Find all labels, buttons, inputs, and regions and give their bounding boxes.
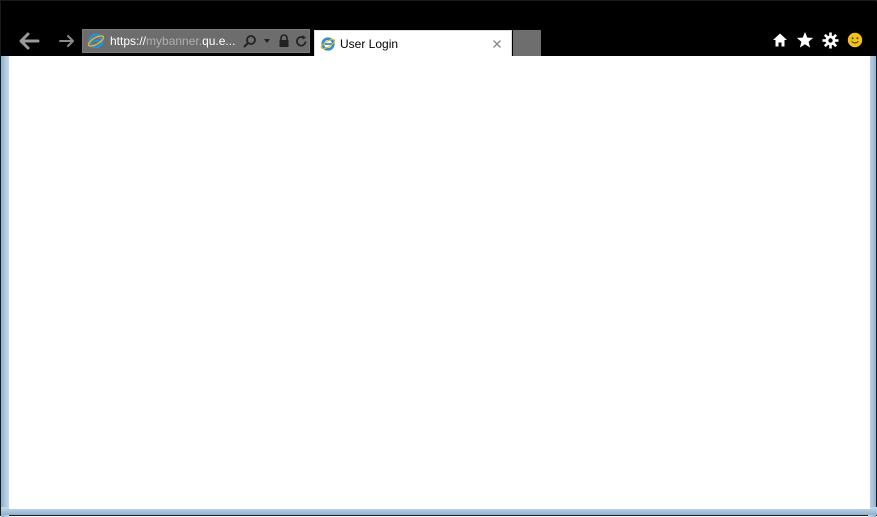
- refresh-icon: [295, 35, 306, 47]
- ie-logo-icon: [320, 36, 336, 51]
- browser-toolbar: https://mybanner.qu.e... User Login: [2, 2, 877, 56]
- lock-icon: [279, 34, 289, 47]
- url-host-dim: mybanner.: [146, 34, 203, 48]
- smiley-icon: [847, 32, 863, 48]
- search-button[interactable]: [242, 32, 258, 50]
- ie-logo-icon: [87, 33, 105, 49]
- feedback-button[interactable]: [845, 30, 865, 50]
- back-arrow-icon: [19, 32, 40, 50]
- tab-user-login[interactable]: User Login: [314, 30, 512, 56]
- forward-button[interactable]: [52, 26, 82, 56]
- tab-title: User Login: [340, 36, 399, 51]
- chevron-down-icon: [264, 39, 270, 43]
- home-icon: [773, 33, 787, 47]
- browser-window: https://mybanner.qu.e... User Login: [0, 0, 877, 517]
- security-lock-button[interactable]: [276, 32, 292, 50]
- address-dropdown-button[interactable]: [259, 32, 275, 50]
- home-button[interactable]: [770, 30, 790, 50]
- tab-close-button[interactable]: [490, 37, 504, 51]
- url-host: qu.e...: [202, 34, 236, 48]
- close-icon: [493, 39, 501, 48]
- url-text[interactable]: https://mybanner.qu.e...: [110, 34, 237, 48]
- search-icon: [243, 35, 256, 48]
- back-button[interactable]: [14, 26, 44, 56]
- new-tab-button[interactable]: [513, 30, 541, 56]
- forward-arrow-icon: [59, 35, 74, 47]
- tools-button[interactable]: [820, 30, 840, 50]
- url-scheme: https://: [110, 34, 147, 48]
- page-viewport[interactable]: [9, 56, 870, 509]
- star-icon: [796, 32, 814, 48]
- favorites-button[interactable]: [795, 30, 815, 50]
- window-frame-left: [1, 56, 9, 517]
- address-bar[interactable]: https://mybanner.qu.e...: [82, 29, 310, 53]
- refresh-button[interactable]: [293, 32, 309, 50]
- gear-icon: [822, 32, 838, 48]
